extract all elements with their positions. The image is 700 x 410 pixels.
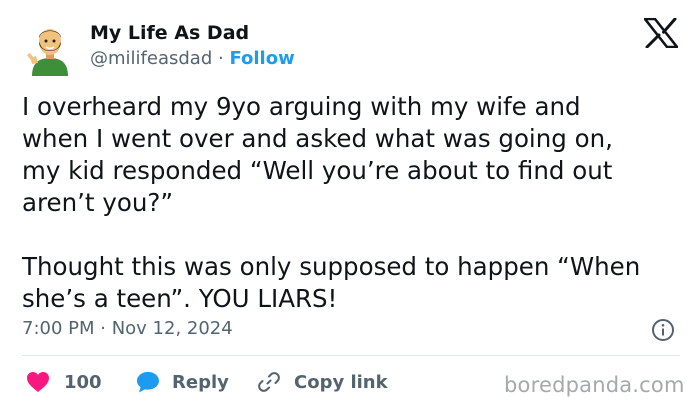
divider	[22, 355, 680, 356]
author-handle-row: @milifeasdad · Follow	[90, 48, 295, 69]
watermark: boredpanda.com	[504, 373, 685, 397]
author-name[interactable]: My Life As Dad	[90, 22, 249, 44]
reply-label: Reply	[172, 371, 229, 393]
heart-icon	[27, 372, 49, 392]
separator-dot: ·	[217, 48, 224, 69]
avatar[interactable]	[22, 20, 78, 76]
copy-link-label: Copy link	[294, 371, 388, 393]
speech-bubble-icon	[137, 372, 159, 393]
tweet-text: I overheard my 9yo arguing with my wife …	[22, 92, 641, 313]
x-logo-icon[interactable]	[643, 17, 679, 49]
like-count: 100	[64, 371, 102, 393]
author-handle[interactable]: @milifeasdad	[90, 48, 212, 69]
link-icon	[258, 372, 280, 392]
copy-link-button[interactable]: Copy link	[258, 368, 388, 396]
info-icon[interactable]	[651, 318, 675, 342]
tweet-timestamp[interactable]: 7:00 PM · Nov 12, 2024	[22, 318, 233, 339]
reply-button[interactable]: Reply	[136, 368, 229, 396]
like-button[interactable]: 100	[26, 368, 102, 396]
tweet-card: My Life As Dad @milifeasdad · Follow I o…	[0, 0, 700, 410]
follow-button[interactable]: Follow	[229, 48, 294, 69]
